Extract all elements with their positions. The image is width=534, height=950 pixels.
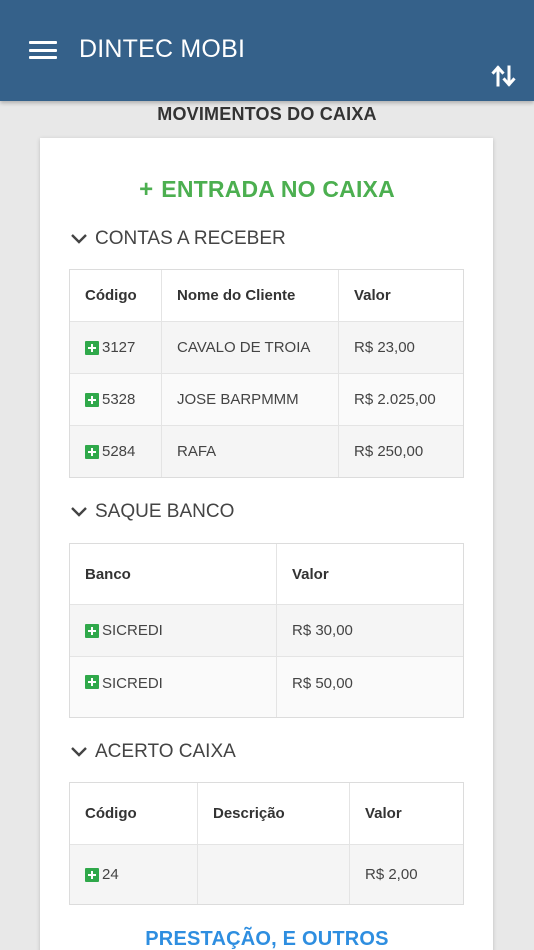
table-header-row: Código Nome do Cliente Valor [70,270,463,322]
column-header-valor: Valor [354,287,391,304]
cell-descricao [198,845,350,904]
prestacao-outros-link[interactable]: PRESTAÇÃO, E OUTROS [0,928,534,950]
chevron-down-icon [71,507,87,517]
section-contas-receber-toggle[interactable]: CONTAS A RECEBER [70,228,286,250]
codigo-value: 3127 [102,339,136,356]
chevron-down-icon [71,234,87,244]
column-header-banco: Banco [70,544,277,604]
add-icon[interactable] [85,444,99,459]
cell-valor: R$ 23,00 [354,339,415,356]
table-row[interactable]: SICREDI R$ 30,00 [70,605,463,657]
codigo-value: 5328 [102,391,136,408]
cell-valor: R$ 50,00 [292,675,353,692]
entrada-caixa-button[interactable]: + ENTRADA NO CAIXA [0,176,534,204]
app-bar: DINTEC MOBI [0,0,534,101]
add-icon[interactable] [85,867,99,882]
swap-vertical-icon[interactable] [489,60,521,92]
cell-valor: R$ 30,00 [292,622,353,639]
cell-valor: R$ 2,00 [365,866,418,883]
cell-codigo: 5328 [70,374,162,425]
cell-banco: SICREDI [70,657,277,717]
section-acerto-caixa-toggle[interactable]: ACERTO CAIXA [70,741,236,763]
cell-codigo: 3127 [70,322,162,373]
column-header-valor: Valor [292,565,329,583]
cell-valor: R$ 250,00 [354,443,424,460]
cell-valor: R$ 2.025,00 [354,391,436,408]
codigo-value: 24 [102,866,119,883]
section-title: CONTAS A RECEBER [95,228,286,249]
table-row[interactable]: 24 R$ 2,00 [70,845,463,904]
section-title: ACERTO CAIXA [95,741,236,762]
column-header-valor: Valor [365,805,402,822]
table-header-row: Código Descrição Valor [70,783,463,845]
table-row[interactable]: SICREDI R$ 50,00 [70,657,463,717]
column-header-descricao: Descrição [198,783,350,844]
cell-nome: RAFA [162,426,339,477]
cell-nome: CAVALO DE TROIA [162,322,339,373]
cell-nome: JOSE BARPMMM [162,374,339,425]
table-row[interactable]: 5328 JOSE BARPMMM R$ 2.025,00 [70,374,463,426]
table-row[interactable]: 3127 CAVALO DE TROIA R$ 23,00 [70,322,463,374]
column-header-codigo: Código [70,270,162,321]
app-title: DINTEC MOBI [79,35,246,63]
table-header-row: Banco Valor [70,544,463,605]
add-icon[interactable] [85,392,99,407]
banco-value: SICREDI [102,675,163,692]
add-icon[interactable] [85,675,99,689]
add-icon[interactable] [85,340,99,355]
add-icon[interactable] [85,623,99,638]
plus-icon: + [139,176,154,203]
chevron-down-icon [71,747,87,757]
column-header-nome-cliente: Nome do Cliente [162,270,339,321]
codigo-value: 5284 [102,443,136,460]
contas-receber-table: Código Nome do Cliente Valor 3127 CAVALO… [69,269,464,478]
banco-value: SICREDI [102,622,163,639]
page-title: MOVIMENTOS DO CAIXA [157,104,377,124]
section-title: SAQUE BANCO [95,501,235,522]
table-row[interactable]: 5284 RAFA R$ 250,00 [70,426,463,477]
cell-codigo: 24 [70,845,198,904]
cell-banco: SICREDI [70,605,277,656]
entrada-caixa-label: ENTRADA NO CAIXA [161,176,395,202]
acerto-caixa-table: Código Descrição Valor 24 R$ 2,00 [69,782,464,905]
hamburger-menu-icon[interactable] [29,40,57,60]
cell-codigo: 5284 [70,426,162,477]
section-saque-banco-toggle[interactable]: SAQUE BANCO [70,501,234,523]
saque-banco-table: Banco Valor SICREDI R$ 30,00 SICREDI R$ … [69,543,464,718]
column-header-codigo: Código [70,783,198,844]
